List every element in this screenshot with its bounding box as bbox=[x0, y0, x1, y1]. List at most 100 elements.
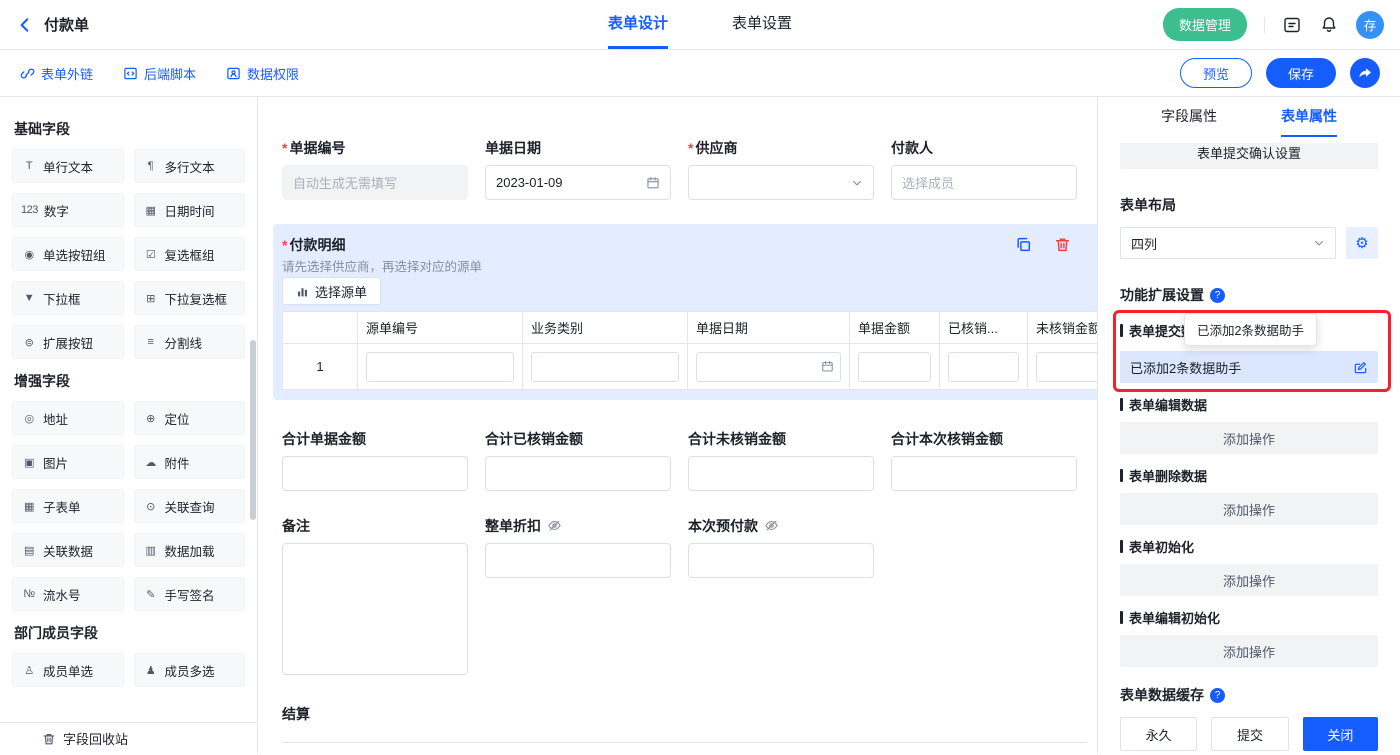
share-arrow-icon bbox=[1357, 65, 1373, 81]
settle-section: 结算 bbox=[282, 705, 1097, 743]
field-type-icon: ≡ bbox=[143, 336, 159, 348]
eye-off-icon[interactable] bbox=[547, 518, 562, 533]
cell-input-biz-type[interactable] bbox=[531, 352, 679, 382]
cache-option-close[interactable]: 关闭 bbox=[1303, 717, 1378, 751]
edit-icon[interactable] bbox=[1353, 360, 1368, 375]
add-operation-button[interactable]: 添加操作 bbox=[1120, 635, 1378, 667]
palette-field-item[interactable]: ⊜ 扩展按钮 bbox=[12, 325, 124, 359]
palette-field-item[interactable]: ⊞ 下拉复选框 bbox=[134, 281, 246, 315]
calendar-icon bbox=[646, 176, 660, 190]
help-icon[interactable]: ? bbox=[1210, 288, 1225, 303]
palette-field-item[interactable]: № 流水号 bbox=[12, 577, 124, 611]
user-avatar[interactable]: 存 bbox=[1356, 11, 1384, 39]
props-sections: 表单编辑数据 添加操作 表单删除数据 添加操作 表单初始化 添加操作 表单编辑初… bbox=[1120, 395, 1378, 667]
total-label: 合计未核销金额 bbox=[688, 430, 874, 447]
header-tabs: 表单设计 表单设置 bbox=[608, 0, 792, 49]
add-operation-button[interactable]: 添加操作 bbox=[1120, 493, 1378, 525]
help-icon[interactable]: ? bbox=[1210, 688, 1225, 703]
palette-field-item[interactable]: ◎ 地址 bbox=[12, 401, 124, 435]
cell-input-doc-date[interactable] bbox=[696, 352, 841, 382]
supplier-select[interactable] bbox=[688, 165, 874, 200]
data-permission-link[interactable]: 数据权限 bbox=[226, 64, 299, 83]
cell-input-source-no[interactable] bbox=[366, 352, 514, 382]
data-manage-button[interactable]: 数据管理 bbox=[1163, 8, 1247, 41]
back-button[interactable] bbox=[16, 16, 34, 34]
form-external-link[interactable]: 表单外链 bbox=[20, 64, 93, 83]
cell-input-verified[interactable] bbox=[948, 352, 1019, 382]
layout-select[interactable]: 四列 bbox=[1120, 227, 1336, 259]
data-assistant-row[interactable]: 已添加2条数据助手 bbox=[1120, 351, 1378, 383]
palette-field-item[interactable]: 123 数字 bbox=[12, 193, 124, 227]
add-operation-button[interactable]: 添加操作 bbox=[1120, 422, 1378, 454]
total-input[interactable] bbox=[485, 456, 671, 491]
palette-field-item[interactable]: ▤ 关联数据 bbox=[12, 533, 124, 567]
remark-textarea[interactable] bbox=[282, 543, 468, 675]
palette-field-item[interactable]: ▥ 数据加载 bbox=[134, 533, 246, 567]
calendar-icon bbox=[821, 360, 834, 373]
prepay-input[interactable] bbox=[688, 543, 874, 578]
palette-grid-enhanced: ◎ 地址 ⊕ 定位 ▣ 图片 ☁ 附件 bbox=[12, 401, 245, 611]
field-type-label: 成员多选 bbox=[165, 661, 215, 680]
tab-form-design[interactable]: 表单设计 bbox=[608, 0, 668, 49]
cache-option-submit[interactable]: 提交 bbox=[1211, 717, 1288, 751]
palette-field-item[interactable]: ◉ 单选按钮组 bbox=[12, 237, 124, 271]
discount-input[interactable] bbox=[485, 543, 671, 578]
palette-field-item[interactable]: T 单行文本 bbox=[12, 149, 124, 183]
field-type-icon: 123 bbox=[21, 204, 38, 216]
eye-off-icon[interactable] bbox=[764, 518, 779, 533]
layout-settings-button[interactable]: ⚙ bbox=[1346, 227, 1378, 259]
palette-scrollbar[interactable] bbox=[250, 340, 256, 520]
palette-field-item[interactable]: ⊙ 关联查询 bbox=[134, 489, 246, 523]
tab-form-props[interactable]: 表单属性 bbox=[1281, 97, 1337, 137]
cell-input-unverified[interactable] bbox=[1036, 352, 1097, 382]
palette-field-item[interactable]: ¶ 多行文本 bbox=[134, 149, 246, 183]
tab-field-props[interactable]: 字段属性 bbox=[1161, 97, 1217, 137]
col-header-index bbox=[283, 312, 358, 344]
palette-field-item[interactable]: ♙ 成员单选 bbox=[12, 653, 124, 687]
copy-icon[interactable] bbox=[1015, 236, 1032, 253]
add-operation-button[interactable]: 添加操作 bbox=[1120, 564, 1378, 596]
app-window-icon[interactable] bbox=[1282, 15, 1302, 35]
total-input[interactable] bbox=[891, 456, 1077, 491]
palette-field-item[interactable]: ☁ 附件 bbox=[134, 445, 246, 479]
submit-confirm-settings-button[interactable]: 表单提交确认设置 bbox=[1120, 143, 1378, 169]
doc-no-input[interactable]: 自动生成无需填写 bbox=[282, 165, 468, 200]
total-input[interactable] bbox=[688, 456, 874, 491]
link-icon bbox=[20, 66, 35, 81]
select-source-button[interactable]: 选择源单 bbox=[282, 277, 381, 305]
section-heading: 表单编辑初始化 bbox=[1120, 608, 1378, 627]
preview-button[interactable]: 预览 bbox=[1180, 58, 1252, 88]
share-button[interactable] bbox=[1350, 58, 1380, 88]
palette-field-item[interactable]: ▼ 下拉框 bbox=[12, 281, 124, 315]
payer-input[interactable]: 选择成员 bbox=[891, 165, 1077, 200]
field-type-icon: ⊙ bbox=[143, 500, 159, 513]
table-header-row: 源单编号 业务类别 单据日期 单据金额 已核销... 未核销金额 bbox=[283, 312, 1098, 344]
field-type-icon: ✎ bbox=[143, 588, 159, 601]
notification-bell-icon[interactable] bbox=[1319, 15, 1339, 35]
save-button[interactable]: 保存 bbox=[1266, 58, 1336, 88]
field-type-icon: ◉ bbox=[21, 248, 37, 261]
field-type-label: 地址 bbox=[43, 409, 68, 428]
palette-field-item[interactable]: ⊕ 定位 bbox=[134, 401, 246, 435]
palette-field-item[interactable]: ▦ 子表单 bbox=[12, 489, 124, 523]
cell-input-doc-amount[interactable] bbox=[858, 352, 931, 382]
recycle-bin-icon bbox=[42, 732, 56, 746]
doc-date-input[interactable]: 2023-01-09 bbox=[485, 165, 671, 200]
palette-field-item[interactable]: ≡ 分割线 bbox=[134, 325, 246, 359]
palette-field-item[interactable]: ♟ 成员多选 bbox=[134, 653, 246, 687]
palette-field-item[interactable]: ☑ 复选框组 bbox=[134, 237, 246, 271]
col-header-verified: 已核销... bbox=[940, 312, 1028, 344]
field-type-icon: ▤ bbox=[21, 544, 37, 557]
col-header-doc-date: 单据日期 bbox=[688, 312, 850, 344]
total-label: 合计本次核销金额 bbox=[891, 430, 1077, 447]
field-recycle-bin[interactable]: 字段回收站 bbox=[0, 722, 257, 754]
cache-option-permanent[interactable]: 永久 bbox=[1120, 717, 1197, 751]
total-input[interactable] bbox=[282, 456, 468, 491]
backend-script-link[interactable]: 后端脚本 bbox=[123, 64, 196, 83]
palette-grid-basic: T 单行文本 ¶ 多行文本 123 数字 ▦ 日期时间 bbox=[12, 149, 245, 359]
tab-form-settings[interactable]: 表单设置 bbox=[732, 0, 792, 49]
palette-field-item[interactable]: ✎ 手写签名 bbox=[134, 577, 246, 611]
delete-icon[interactable] bbox=[1054, 236, 1071, 253]
palette-field-item[interactable]: ▦ 日期时间 bbox=[134, 193, 246, 227]
palette-field-item[interactable]: ▣ 图片 bbox=[12, 445, 124, 479]
